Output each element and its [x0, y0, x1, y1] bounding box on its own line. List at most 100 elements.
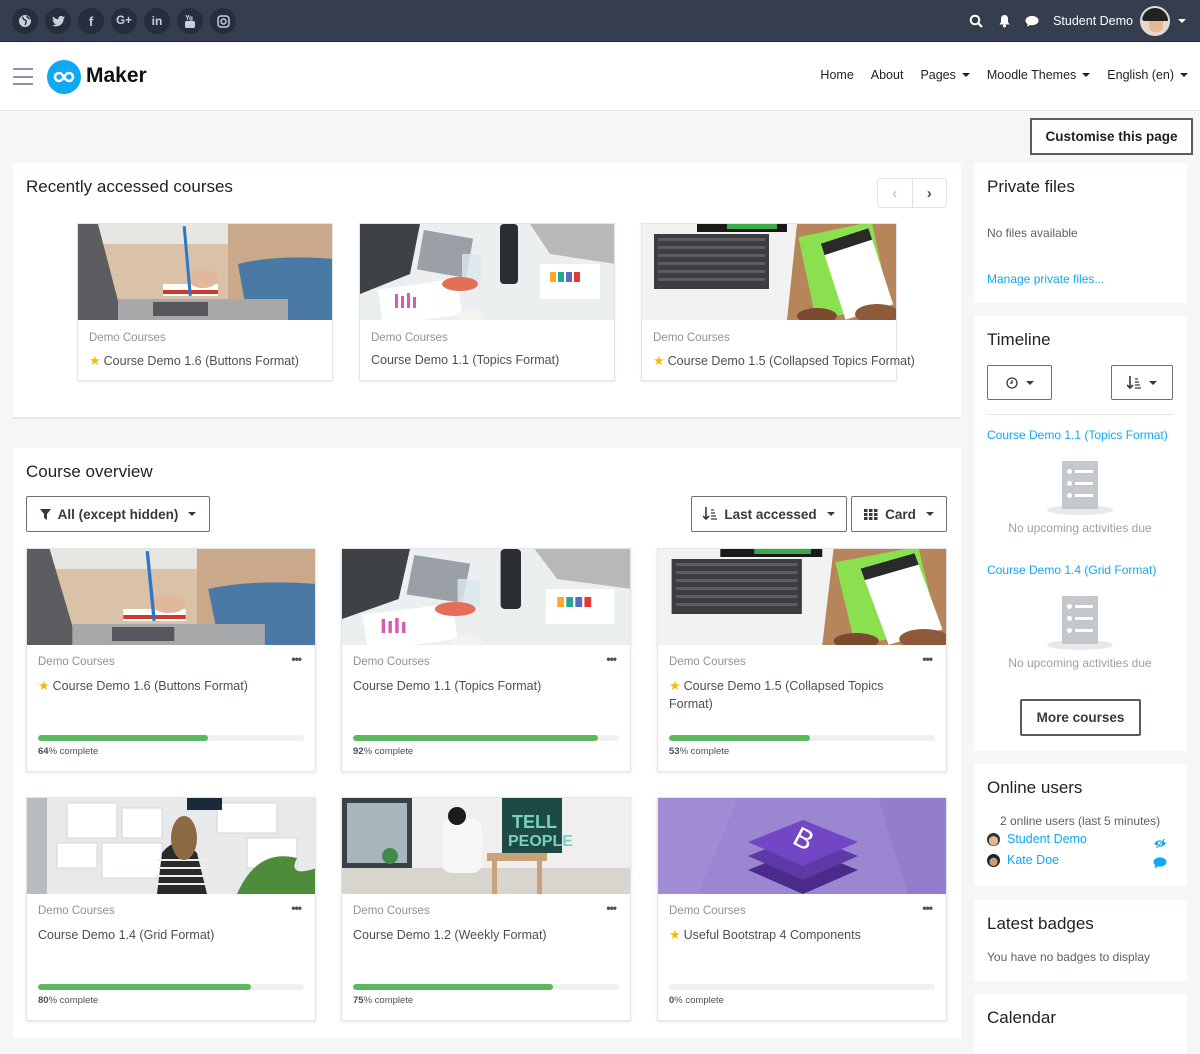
google-plus-icon[interactable]: G+ [111, 8, 137, 34]
more-options-icon[interactable]: ••• [291, 901, 302, 915]
chevron-down-icon [188, 512, 197, 516]
course-image: B [658, 798, 946, 894]
chat-icon[interactable] [1025, 14, 1039, 28]
progress-fill [669, 735, 810, 741]
sort-dropdown[interactable]: Last accessed [691, 496, 847, 532]
user-avatar [987, 853, 1000, 867]
progress-text: 92% complete [353, 746, 414, 757]
online-user-link[interactable]: Kate Doe [1007, 853, 1059, 867]
main-navbar: Maker Home About Pages Moodle Themes Eng… [0, 43, 1200, 111]
facebook-icon[interactable]: f [78, 8, 104, 34]
progress-text: 75% complete [353, 995, 414, 1006]
twitter-icon[interactable] [45, 8, 71, 34]
course-name[interactable]: Course Demo 1.2 (Weekly Format) [353, 926, 613, 944]
eye-slash-icon[interactable] [1153, 836, 1167, 854]
calendar-block: Calendar [974, 994, 1187, 1054]
course-card[interactable]: Demo Courses ••• Course Demo 1.1 (Topics… [341, 548, 631, 772]
course-image [342, 549, 630, 645]
course-name[interactable]: Course Demo 1.1 (Topics Format) [353, 677, 613, 695]
chevron-down-icon [1082, 73, 1091, 77]
manage-private-files-link[interactable]: Manage private files... [987, 272, 1104, 286]
course-card[interactable]: Demo Courses ••• ★ Course Demo 1.6 (Butto… [26, 548, 316, 772]
bell-icon[interactable] [997, 14, 1011, 28]
more-options-icon[interactable]: ••• [606, 901, 617, 915]
progress-fill [353, 735, 598, 741]
timeline-course-link[interactable]: Course Demo 1.4 (Grid Format) [987, 563, 1156, 577]
carousel-next-button[interactable]: › [913, 179, 947, 207]
user-menu-caret-icon[interactable] [1178, 19, 1186, 23]
menu-item-label: About [870, 68, 904, 82]
no-badges-text: You have no badges to display [987, 950, 1151, 964]
course-name[interactable]: Course Demo 1.4 (Grid Format) [38, 926, 298, 944]
view-dropdown[interactable]: Card [851, 496, 947, 532]
progress-text: 53% complete [669, 746, 730, 757]
course-name: ★ Course Demo 1.5 (Collapsed Topics Forma… [653, 353, 915, 368]
course-image [27, 798, 315, 894]
more-courses-button[interactable]: More courses [1020, 699, 1141, 736]
svg-text:PEOPLE: PEOPLE [508, 833, 573, 850]
menu-item-about[interactable]: About [871, 68, 904, 82]
more-options-icon[interactable]: ••• [291, 652, 302, 666]
customise-page-button[interactable]: Customise this page [1030, 118, 1193, 155]
course-category: Demo Courses [353, 905, 430, 917]
linkedin-icon[interactable]: in [144, 8, 170, 34]
menu-item-home[interactable]: Home [820, 68, 853, 82]
carousel-nav: ‹ › [877, 178, 947, 208]
course-name[interactable]: ★ Course Demo 1.5 (Collapsed Topics Forma… [669, 677, 929, 713]
progress-fill [353, 984, 553, 990]
sort-icon [703, 507, 718, 521]
recent-course-card[interactable]: Demo Courses Course Demo 1.1 (Topics For… [359, 223, 615, 381]
block-title: Recently accessed courses [26, 177, 233, 196]
instagram-icon[interactable] [210, 8, 236, 34]
menu-item-label: Pages [920, 68, 956, 82]
course-category: Demo Courses [371, 332, 448, 344]
course-name[interactable]: ★ Useful Bootstrap 4 Components [669, 926, 929, 944]
course-category: Demo Courses [89, 332, 166, 344]
chevron-down-icon [1025, 380, 1034, 385]
online-user-link[interactable]: Student Demo [1007, 832, 1087, 846]
more-options-icon[interactable]: ••• [922, 652, 933, 666]
course-card[interactable]: Demo Courses ••• Course Demo 1.4 (Grid F… [26, 797, 316, 1021]
hamburger-menu-icon[interactable] [13, 68, 33, 85]
course-card[interactable]: Demo Courses ••• ★ Course Demo 1.5 (Colla… [657, 548, 947, 772]
empty-list-icon [1035, 461, 1125, 517]
chevron-down-icon [826, 512, 835, 516]
youtube-icon[interactable] [177, 8, 203, 34]
message-icon[interactable] [1153, 856, 1167, 874]
course-image [360, 224, 614, 320]
timeline-filter-dropdown[interactable] [987, 365, 1052, 400]
user-avatar[interactable] [1140, 6, 1170, 36]
menu-item-pages[interactable]: Pages [920, 68, 970, 82]
recent-course-card[interactable]: Demo Courses ★ Course Demo 1.6 (Buttons F… [77, 223, 333, 381]
course-category: Demo Courses [669, 656, 746, 668]
course-category: Demo Courses [669, 905, 746, 917]
course-name[interactable]: ★ Course Demo 1.6 (Buttons Format) [38, 677, 298, 695]
filter-label: All (except hidden) [57, 506, 179, 522]
carousel-prev-button[interactable]: ‹ [878, 179, 913, 207]
block-title: Online users [987, 778, 1083, 797]
more-options-icon[interactable]: ••• [922, 901, 933, 915]
recent-course-card[interactable]: Demo Courses ★ Course Demo 1.5 (Collapsed… [641, 223, 915, 381]
globe-icon[interactable] [12, 8, 38, 34]
course-card[interactable]: B Demo Courses ••• ★ Useful Bootstrap 4 C… [657, 797, 947, 1021]
more-options-icon[interactable]: ••• [606, 652, 617, 666]
svg-text:TELL: TELL [512, 812, 557, 832]
star-icon: ★ [653, 353, 665, 368]
no-activities-text: No upcoming activities due [1008, 521, 1152, 535]
filter-dropdown[interactable]: All (except hidden) [26, 496, 210, 532]
course-card[interactable]: TELL PEOPLE Demo Courses ••• Course Demo … [341, 797, 631, 1021]
timeline-course-link[interactable]: Course Demo 1.1 (Topics Format) [987, 428, 1168, 442]
brand-name[interactable]: Maker [86, 64, 147, 88]
divider [987, 414, 1174, 415]
course-category: Demo Courses [38, 656, 115, 668]
brand-logo-icon[interactable] [47, 60, 81, 94]
timeline-sort-dropdown[interactable] [1111, 365, 1173, 400]
search-icon[interactable] [969, 14, 983, 28]
menu-item-language[interactable]: English (en) [1107, 68, 1188, 82]
course-image: TELL PEOPLE [342, 798, 630, 894]
menu-item-moodle-themes[interactable]: Moodle Themes [987, 68, 1091, 82]
grid-icon [864, 508, 878, 520]
progress-fill [38, 735, 209, 741]
clock-icon [1005, 376, 1018, 389]
user-name[interactable]: Student Demo [1053, 14, 1133, 28]
